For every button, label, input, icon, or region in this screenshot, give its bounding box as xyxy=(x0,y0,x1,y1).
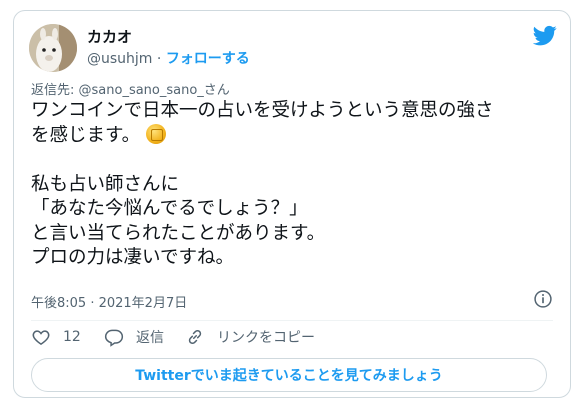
info-icon[interactable] xyxy=(533,289,553,309)
divider xyxy=(31,320,553,321)
tweet-line: プロの力は凄いですね。 xyxy=(31,247,234,268)
tweet-timestamp[interactable]: 午後8:05 · 2021年2月7日 xyxy=(31,292,187,311)
see-whats-happening-button[interactable]: Twitterでいま起きていることを見てみましょう xyxy=(31,358,547,392)
handle-line: @usuhjm · フォローする xyxy=(87,48,250,68)
reply-button[interactable]: 返信 xyxy=(104,327,164,347)
follow-link[interactable]: フォローする xyxy=(166,51,250,67)
tweet-line: 私も占い師さんに xyxy=(31,173,180,195)
reply-bubble-icon xyxy=(104,329,124,347)
copy-link-label: リンクをコピー xyxy=(217,330,315,346)
reply-handle-link[interactable]: @sano_sano_sano_さん xyxy=(79,83,230,98)
reply-prefix: 返信先: xyxy=(31,83,79,98)
copy-link-button[interactable]: リンクをコピー xyxy=(185,327,315,347)
link-icon xyxy=(188,329,202,345)
heart-icon xyxy=(32,330,50,345)
alpaca-avatar-image xyxy=(29,24,77,72)
tweet-embed-card: カカオ @usuhjm · フォローする 返信先: @sano_sano_san… xyxy=(13,10,571,398)
tweet-line: を感じます。 xyxy=(31,123,561,149)
like-button[interactable]: 12 xyxy=(31,327,81,347)
reply-to-line: 返信先: @sano_sano_sano_さん xyxy=(31,79,230,98)
avatar[interactable] xyxy=(29,24,77,72)
coin-emoji-icon xyxy=(146,123,167,144)
tweet-line: ワンコインで日本一の占いを受けようという意思の強さ xyxy=(31,100,494,121)
tweet-line-text: を感じます。 xyxy=(31,124,141,146)
handle-separator: · xyxy=(152,51,166,67)
tweet-line: 「あなた今悩んでるでしょう？」 xyxy=(31,198,308,219)
user-handle[interactable]: @usuhjm xyxy=(87,51,152,67)
reply-label: 返信 xyxy=(136,330,164,346)
tweet-text: ワンコインで日本一の占いを受けようという意思の強さ を感じます。 私も占い師さん… xyxy=(31,99,561,271)
twitter-bird-icon[interactable] xyxy=(533,23,557,47)
display-name[interactable]: カカオ xyxy=(87,26,132,47)
tweet-line: と言い当てられたことがあります。 xyxy=(31,222,326,244)
like-count: 12 xyxy=(63,329,81,345)
